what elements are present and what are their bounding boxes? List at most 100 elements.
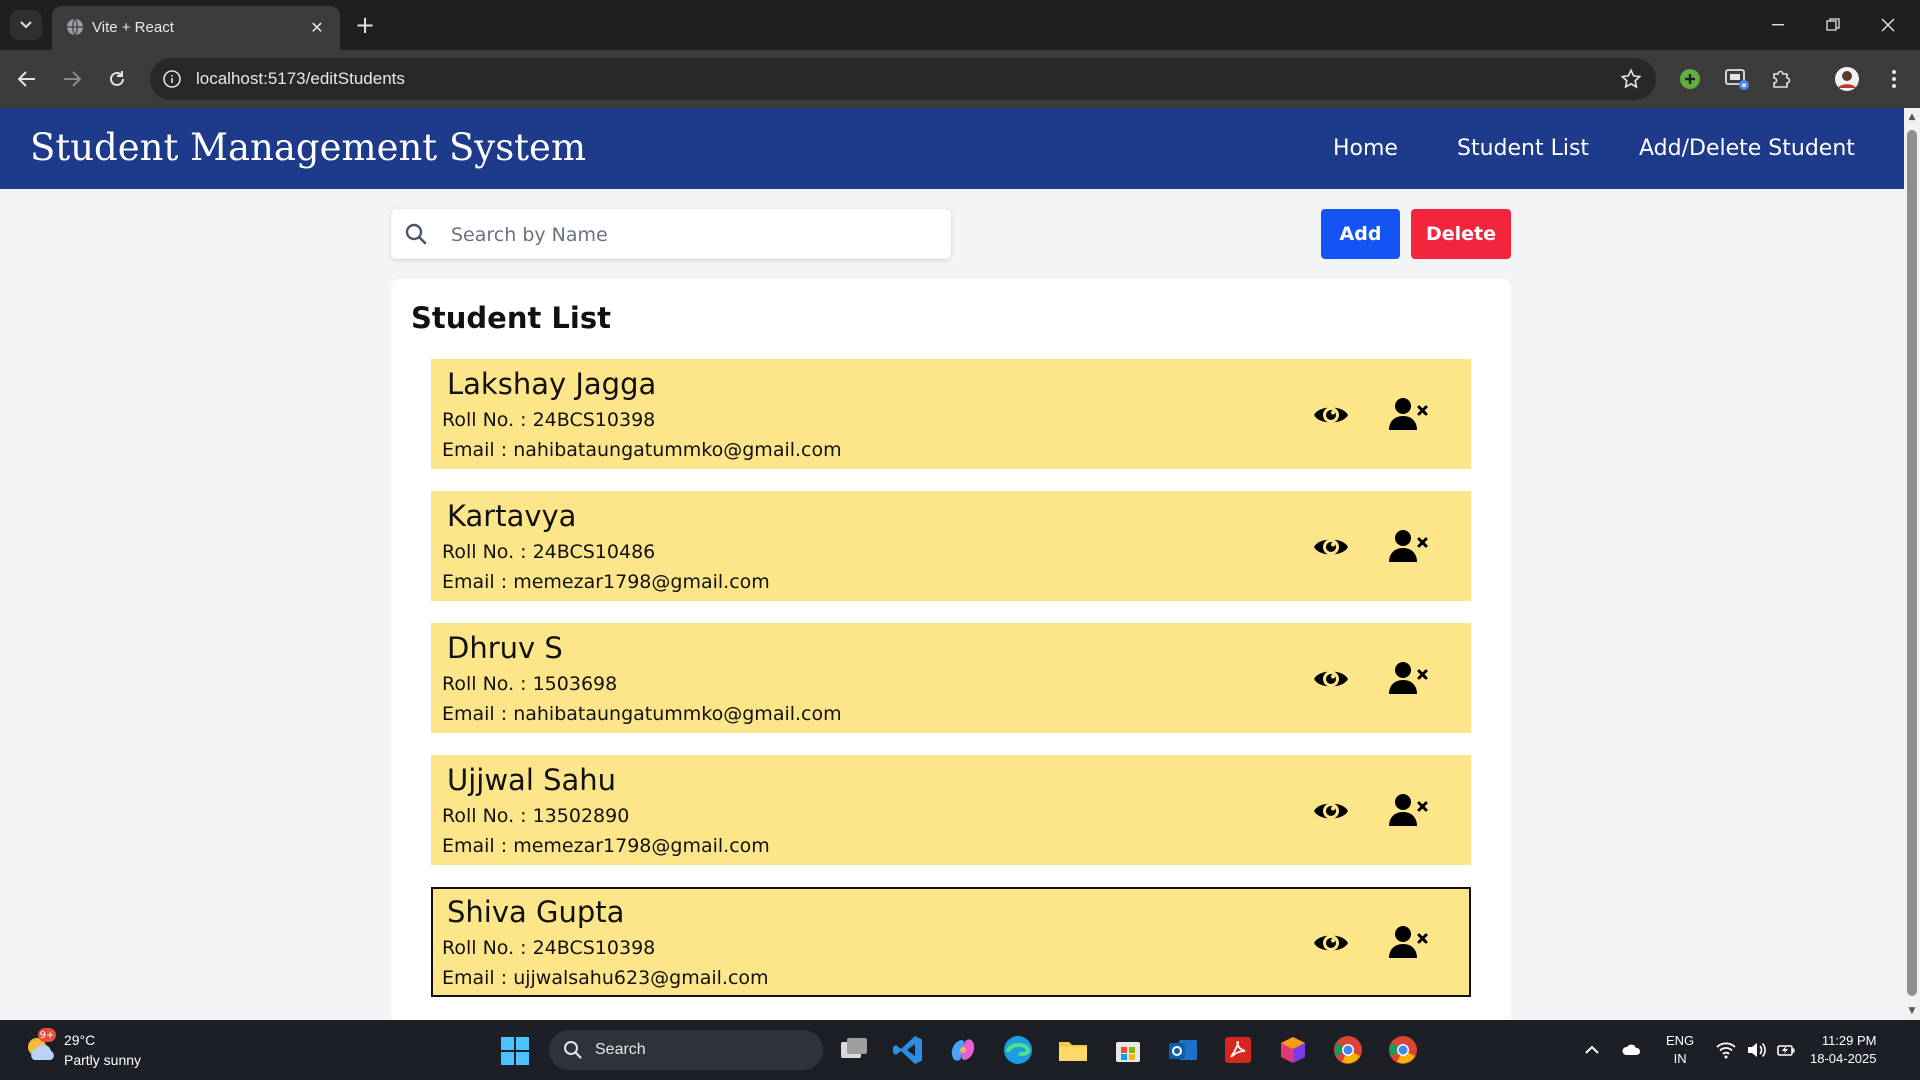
email-value: ujjwalsahu623@gmail.com	[513, 967, 769, 989]
weather-description: Partly sunny	[64, 1052, 142, 1068]
search-bar	[391, 209, 951, 259]
back-button[interactable]	[12, 64, 42, 94]
volume-icon[interactable]	[1746, 1040, 1766, 1060]
tab-search-button[interactable]	[10, 10, 42, 40]
restore-button[interactable]	[1813, 10, 1853, 40]
student-row[interactable]: Kartavya Roll No. : 24BCS10486 Email : m…	[431, 491, 1471, 601]
wifi-icon[interactable]	[1716, 1040, 1736, 1060]
user-remove-icon[interactable]	[1389, 792, 1429, 828]
student-name: Lakshay Jagga	[447, 367, 657, 401]
user-remove-icon[interactable]	[1389, 660, 1429, 696]
taskbar: 9+ 29°C Partly sunny Search ENG IN 11:29…	[0, 1020, 1920, 1080]
email-label: Email :	[442, 835, 514, 857]
student-roll: Roll No. : 24BCS10486	[442, 541, 655, 563]
chrome-profile-icon[interactable]	[1387, 1034, 1419, 1066]
student-name: Kartavya	[447, 499, 577, 533]
taskbar-search-label: Search	[595, 1041, 646, 1058]
roll-value: 24BCS10398	[532, 937, 656, 959]
microsoft-store-icon[interactable]	[1112, 1034, 1144, 1066]
scrollbar-thumb[interactable]	[1907, 130, 1917, 996]
student-row[interactable]: Ujjwal Sahu Roll No. : 13502890 Email : …	[431, 755, 1471, 865]
eye-icon[interactable]	[1313, 925, 1349, 961]
app-cube-icon[interactable]	[1277, 1034, 1309, 1066]
clock[interactable]: 11:29 PM 18-04-2025	[1810, 1032, 1877, 1068]
close-tab-icon[interactable]: ✕	[306, 16, 328, 38]
browser-tab-strip: Vite + React ✕ +	[0, 0, 1920, 50]
globe-icon	[67, 18, 83, 36]
add-button[interactable]: Add	[1321, 209, 1400, 259]
acrobat-icon[interactable]	[1222, 1034, 1254, 1066]
more-menu-icon[interactable]	[1881, 66, 1907, 92]
task-view-icon[interactable]	[838, 1034, 870, 1066]
vscode-icon[interactable]	[892, 1034, 924, 1066]
page-scrollbar[interactable]: ▲ ▼	[1904, 108, 1920, 1020]
tab-title: Vite + React	[92, 19, 174, 36]
email-label: Email :	[442, 703, 514, 725]
search-icon	[405, 223, 427, 245]
info-icon[interactable]	[162, 69, 182, 89]
minimize-button[interactable]	[1758, 10, 1798, 40]
cast-icon[interactable]	[1724, 66, 1750, 92]
student-row[interactable]: Dhruv S Roll No. : 1503698 Email : nahib…	[431, 623, 1471, 733]
email-value: memezar1798@gmail.com	[513, 835, 770, 857]
nav-home[interactable]: Home	[1333, 136, 1398, 161]
taskbar-search[interactable]: Search	[549, 1030, 823, 1070]
star-icon[interactable]	[1620, 68, 1642, 90]
scroll-down-icon[interactable]: ▼	[1907, 1006, 1917, 1016]
roll-label: Roll No. :	[442, 541, 533, 563]
profile-avatar-icon[interactable]	[1834, 66, 1860, 92]
delete-button[interactable]: Delete	[1411, 209, 1511, 259]
new-tab-button[interactable]: +	[352, 12, 378, 38]
browser-tab[interactable]: Vite + React ✕	[52, 6, 340, 50]
edge-icon[interactable]	[1002, 1034, 1034, 1066]
nav-add-delete-student[interactable]: Add/Delete Student	[1639, 136, 1855, 161]
reload-icon	[110, 71, 124, 86]
eye-icon[interactable]	[1313, 529, 1349, 565]
email-label: Email :	[442, 439, 514, 461]
student-list-card: Student List Lakshay Jagga Roll No. : 24…	[391, 279, 1511, 1039]
close-window-button[interactable]	[1868, 10, 1908, 40]
email-value: nahibataungatummko@gmail.com	[513, 439, 842, 461]
extension-green-icon[interactable]	[1677, 66, 1703, 92]
user-remove-icon[interactable]	[1389, 924, 1429, 960]
app-header: Student Management System Home Student L…	[0, 108, 1904, 189]
extensions-puzzle-icon[interactable]	[1768, 66, 1794, 92]
region-code: IN	[1673, 1051, 1687, 1066]
roll-label: Roll No. :	[442, 673, 533, 695]
reload-button[interactable]	[102, 64, 132, 94]
windows-start-icon[interactable]	[500, 1036, 530, 1066]
student-row[interactable]: Shiva Gupta Roll No. : 24BCS10398 Email …	[431, 887, 1471, 997]
copilot-icon[interactable]	[947, 1034, 979, 1066]
file-explorer-icon[interactable]	[1057, 1034, 1089, 1066]
student-list-title: Student List	[411, 301, 611, 335]
student-email: Email : nahibataungatummko@gmail.com	[442, 439, 842, 461]
chevron-up-icon[interactable]	[1582, 1040, 1602, 1060]
student-name: Shiva Gupta	[447, 895, 625, 929]
student-email: Email : ujjwalsahu623@gmail.com	[442, 967, 769, 989]
language-indicator[interactable]: ENG IN	[1666, 1032, 1694, 1068]
clock-date: 18-04-2025	[1810, 1051, 1877, 1066]
user-remove-icon[interactable]	[1389, 528, 1429, 564]
onedrive-cloud-icon[interactable]	[1622, 1040, 1642, 1060]
url-text[interactable]: localhost:5173/editStudents	[196, 69, 405, 89]
search-input[interactable]	[449, 219, 933, 251]
student-email: Email : memezar1798@gmail.com	[442, 835, 770, 857]
battery-icon[interactable]	[1776, 1040, 1796, 1060]
user-remove-icon[interactable]	[1389, 396, 1429, 432]
chevron-down-icon	[20, 21, 32, 29]
address-bar[interactable]: localhost:5173/editStudents	[150, 58, 1656, 100]
outlook-icon[interactable]	[1167, 1034, 1199, 1066]
forward-button[interactable]	[57, 64, 87, 94]
student-row[interactable]: Lakshay Jagga Roll No. : 24BCS10398 Emai…	[431, 359, 1471, 469]
student-email: Email : nahibataungatummko@gmail.com	[442, 703, 842, 725]
email-label: Email :	[442, 571, 514, 593]
eye-icon[interactable]	[1313, 793, 1349, 829]
eye-icon[interactable]	[1313, 661, 1349, 697]
chrome-icon[interactable]	[1332, 1034, 1364, 1066]
nav-student-list[interactable]: Student List	[1457, 136, 1589, 161]
roll-value: 13502890	[532, 805, 630, 827]
eye-icon[interactable]	[1313, 397, 1349, 433]
student-roll: Roll No. : 24BCS10398	[442, 409, 655, 431]
scroll-up-icon[interactable]: ▲	[1907, 112, 1917, 122]
roll-label: Roll No. :	[442, 937, 533, 959]
